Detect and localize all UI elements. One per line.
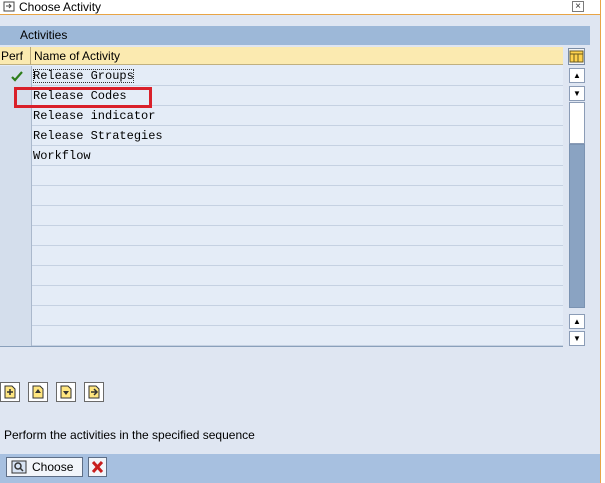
- scroll-up-icon[interactable]: ▼: [569, 86, 585, 101]
- cancel-icon: [91, 461, 104, 473]
- table-row[interactable]: [0, 266, 563, 286]
- scroll-first-icon[interactable]: ▲: [569, 68, 585, 83]
- table-row[interactable]: Release Strategies: [0, 126, 563, 146]
- table-row[interactable]: [0, 246, 563, 266]
- window-icon: [3, 1, 15, 12]
- table-row[interactable]: [0, 206, 563, 226]
- activity-name: [33, 186, 563, 206]
- perf-cell: [0, 246, 32, 266]
- close-button[interactable]: ×: [572, 1, 584, 12]
- activity-name[interactable]: Release Strategies: [33, 126, 563, 146]
- table-header: Perf Name of Activity: [0, 47, 563, 65]
- perf-cell: [0, 126, 32, 146]
- perf-cell: [0, 166, 32, 186]
- perf-cell: [0, 326, 32, 346]
- choose-icon: [11, 460, 27, 474]
- title-bar: Choose Activity ×: [0, 0, 605, 15]
- highlight-box: [14, 87, 152, 108]
- table-row[interactable]: [0, 286, 563, 306]
- table-row[interactable]: [0, 186, 563, 206]
- table-row[interactable]: Workflow: [0, 146, 563, 166]
- execute-icon[interactable]: [84, 382, 104, 402]
- table-row[interactable]: Release indicator: [0, 106, 563, 126]
- scroll-track[interactable]: [569, 144, 585, 308]
- scroll-down-icon[interactable]: ▲: [569, 314, 585, 329]
- choose-label: Choose: [32, 460, 74, 474]
- activity-name: [33, 166, 563, 186]
- perf-cell: [0, 286, 32, 306]
- title-divider: [0, 14, 605, 15]
- activity-name: [33, 326, 563, 346]
- scroll-last-icon[interactable]: ▼: [569, 331, 585, 346]
- perf-cell: [0, 106, 32, 126]
- column-header-name[interactable]: Name of Activity: [32, 47, 562, 65]
- collapse-icon[interactable]: [28, 382, 48, 402]
- activity-name[interactable]: Release Groups: [33, 66, 563, 86]
- expand-icon[interactable]: [0, 382, 20, 402]
- perf-cell: [0, 206, 32, 226]
- activity-name: [33, 266, 563, 286]
- table-row[interactable]: [0, 306, 563, 326]
- activity-name: [33, 286, 563, 306]
- activity-name[interactable]: Workflow: [33, 146, 563, 166]
- perf-cell: [0, 146, 32, 166]
- column-header-perf[interactable]: Perf: [0, 47, 31, 65]
- activity-name: [33, 306, 563, 326]
- perf-cell: [0, 306, 32, 326]
- window-right-border: [600, 0, 605, 483]
- table-row[interactable]: Release Groups: [0, 66, 563, 86]
- scroll-thumb[interactable]: [569, 102, 585, 144]
- vertical-scrollbar[interactable]: ▲ ▼ ▲ ▼: [569, 68, 585, 346]
- perf-cell: [0, 226, 32, 246]
- instruction-text: Perform the activities in the specified …: [4, 428, 255, 442]
- activity-name[interactable]: Release indicator: [33, 106, 563, 126]
- perf-cell: [0, 186, 32, 206]
- checkmark-icon: [11, 71, 23, 82]
- cancel-button[interactable]: [88, 457, 107, 477]
- move-down-icon[interactable]: [56, 382, 76, 402]
- activity-name: [33, 246, 563, 266]
- perf-cell: [0, 66, 32, 86]
- table-settings-icon[interactable]: [568, 48, 585, 65]
- perf-cell: [0, 266, 32, 286]
- choose-button[interactable]: Choose: [6, 457, 83, 477]
- table-row[interactable]: [0, 326, 563, 346]
- activity-name: [33, 206, 563, 226]
- table-title-band: [0, 26, 590, 45]
- window-title: Choose Activity: [19, 0, 102, 14]
- table-row[interactable]: [0, 226, 563, 246]
- focused-activity-text: Release Groups: [33, 69, 134, 83]
- table-title: Activities: [20, 28, 68, 42]
- activity-name: [33, 226, 563, 246]
- table-row[interactable]: [0, 166, 563, 186]
